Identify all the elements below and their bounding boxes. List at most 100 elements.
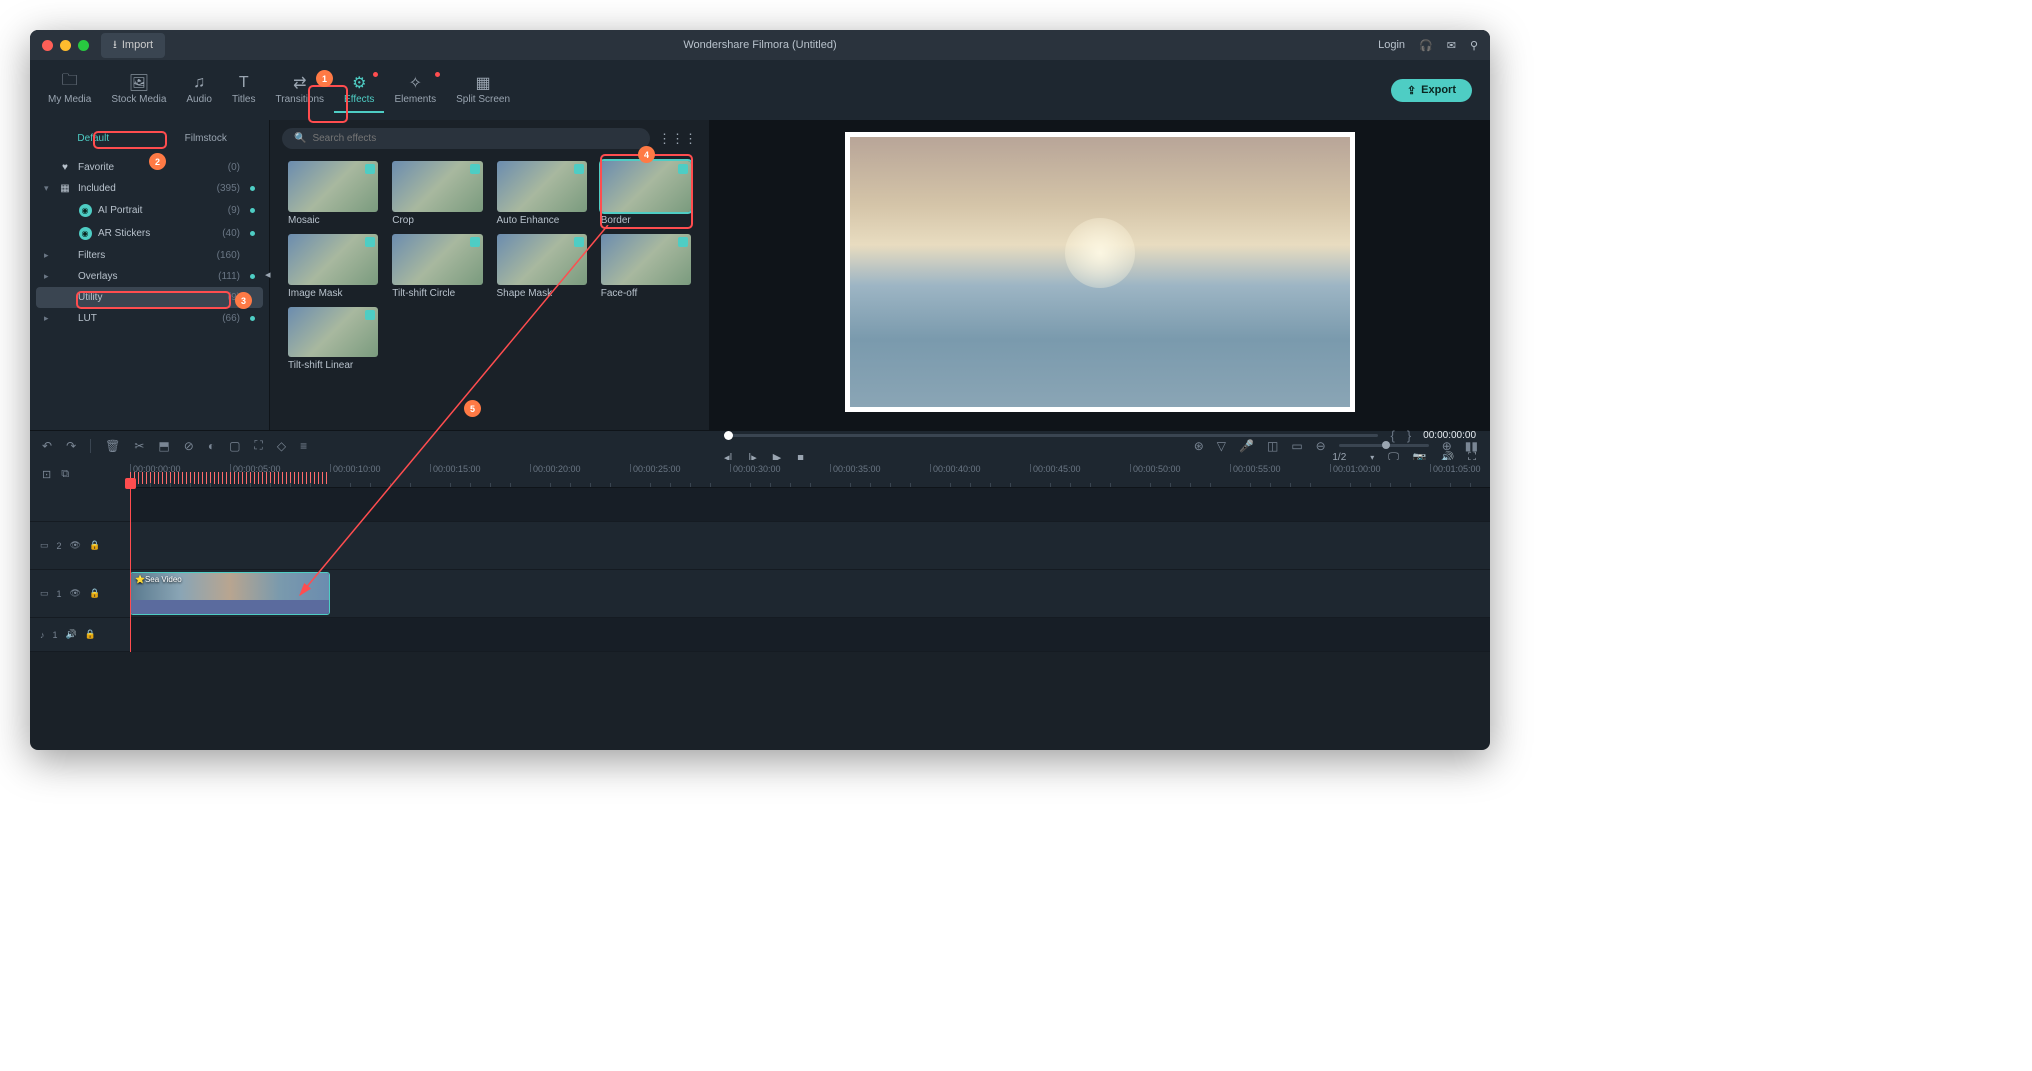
sidebar-item-overlays[interactable]: ▸Overlays(111): [36, 266, 263, 287]
eye-icon[interactable]: 👁: [70, 540, 81, 551]
sidebar-item-utility[interactable]: Utility(9): [36, 287, 263, 308]
search-field[interactable]: [312, 133, 638, 144]
ruler-tick: 00:00:10:00: [330, 464, 381, 472]
track-label-a1[interactable]: ♪1 🔊 🔒: [30, 618, 130, 652]
effect-label: Tilt-shift Linear: [288, 360, 378, 371]
track-v2[interactable]: [130, 522, 1490, 570]
effect-thumb-auto-enhance[interactable]: Auto Enhance: [497, 161, 587, 226]
video-track-icon: ▭: [40, 540, 49, 551]
zoom-slider[interactable]: [1339, 444, 1429, 447]
track-label-v1[interactable]: ▭1 👁 🔒: [30, 570, 130, 618]
zoom-out-icon[interactable]: ⊖: [1316, 439, 1326, 453]
close-window-button[interactable]: [42, 40, 53, 51]
maximize-window-button[interactable]: [78, 40, 89, 51]
lock-icon[interactable]: 🔒: [89, 540, 100, 551]
effect-preview-image: [288, 161, 378, 212]
lock-icon[interactable]: 🔒: [89, 588, 100, 599]
sidebar-item-ar-stickers[interactable]: ◉AR Stickers(40): [36, 222, 263, 245]
sidebar-tab-filmstock[interactable]: Filmstock: [153, 128, 260, 149]
zoom-fit-icon[interactable]: ▮▮: [1465, 439, 1478, 453]
status-dot: [250, 208, 255, 213]
tab-effects[interactable]: ⚙Effects: [334, 68, 384, 113]
effect-thumb-face-off[interactable]: Face-off: [601, 234, 691, 299]
tab-audio[interactable]: ♫Audio: [176, 68, 222, 113]
effect-thumb-tilt-shift-linear[interactable]: Tilt-shift Linear: [288, 307, 378, 372]
speed-icon[interactable]: ⊘: [184, 439, 194, 453]
sidebar-item-included[interactable]: ▾▦Included(395): [36, 178, 263, 199]
annotation-4: 4: [638, 146, 655, 163]
track-label-v2[interactable]: ▭2 👁 🔒: [30, 522, 130, 570]
redo-icon[interactable]: ↷: [66, 439, 76, 453]
render-icon[interactable]: ⊛: [1194, 439, 1204, 453]
track-a1[interactable]: [130, 618, 1490, 652]
ruler-tick: 00:00:25:00: [630, 464, 681, 472]
view-grid-icon[interactable]: ⋮⋮⋮: [658, 131, 697, 147]
effect-thumb-border[interactable]: Border: [601, 161, 691, 226]
category-label: Filters: [78, 250, 211, 261]
lock-icon[interactable]: 🔒: [85, 629, 96, 640]
sidebar-item-lut[interactable]: ▸LUT(66): [36, 308, 263, 329]
status-dot: [250, 231, 255, 236]
zoom-in-icon[interactable]: ⊕: [1442, 439, 1452, 453]
track-spacer: [30, 488, 130, 522]
mixer-icon[interactable]: ◫: [1267, 439, 1278, 453]
color-icon[interactable]: ◐: [208, 439, 215, 453]
ruler-tick: 00:00:20:00: [530, 464, 581, 472]
video-track-icon: ▭: [40, 588, 49, 599]
tab-titles[interactable]: TTitles: [222, 68, 266, 113]
playhead[interactable]: [130, 488, 131, 652]
headset-icon[interactable]: 🎧: [1419, 39, 1433, 52]
marker-icon[interactable]: ▽: [1217, 439, 1226, 453]
sidebar-tab-default[interactable]: Default: [40, 128, 147, 149]
eye-icon[interactable]: 👁: [70, 588, 81, 599]
speaker-icon[interactable]: 🔊: [66, 629, 77, 640]
tab-split-screen[interactable]: ▦Split Screen: [446, 68, 520, 113]
effects-browser: 🔍 ⋮⋮⋮ MosaicCrop Auto Enhance Border Image …: [270, 120, 710, 430]
video-preview[interactable]: [850, 137, 1350, 407]
search-icon: 🔍: [294, 133, 306, 144]
delete-icon[interactable]: 🗑: [105, 439, 120, 453]
timeline-ruler[interactable]: 00:00:00:0000:00:05:0000:00:10:0000:00:1…: [130, 460, 1490, 488]
adjust-icon[interactable]: ▭: [1291, 439, 1302, 453]
timeline-collapse-icon[interactable]: ⊡: [42, 468, 51, 481]
effect-thumb-tilt-shift-circle[interactable]: Tilt-shift Circle: [392, 234, 482, 299]
import-button[interactable]: ⭳ Import: [101, 33, 165, 58]
effect-preview-image: [497, 234, 587, 285]
tab-my-media[interactable]: 🗀My Media: [38, 68, 101, 113]
grid-icon: ▦: [476, 74, 491, 92]
collapse-sidebar-icon[interactable]: ◂: [265, 268, 271, 281]
mic-icon[interactable]: 🎤: [1239, 439, 1254, 453]
category-label: Utility: [78, 292, 222, 303]
tab-elements[interactable]: ✧Elements: [384, 68, 446, 113]
effect-thumb-crop[interactable]: Crop: [392, 161, 482, 226]
track-v1[interactable]: ⭐Sea Video: [130, 570, 1490, 618]
effect-thumb-shape-mask[interactable]: Shape Mask: [497, 234, 587, 299]
minimize-window-button[interactable]: [60, 40, 71, 51]
text-icon: T: [239, 74, 249, 92]
mail-icon[interactable]: ✉: [1447, 39, 1456, 52]
scrubber-track[interactable]: [724, 434, 1378, 437]
effect-thumb-image-mask[interactable]: Image Mask: [288, 234, 378, 299]
tab-stock-media[interactable]: 🖼Stock Media: [101, 68, 176, 113]
effect-thumb-mosaic[interactable]: Mosaic: [288, 161, 378, 226]
greenscreen-icon[interactable]: ▢: [229, 439, 240, 453]
keyframe-icon[interactable]: ◇: [277, 439, 286, 453]
video-clip[interactable]: ⭐Sea Video: [130, 572, 330, 615]
timeline-link-icon[interactable]: ⧉: [61, 468, 69, 481]
settings-icon[interactable]: ≡: [300, 439, 307, 453]
category-count: (160): [217, 250, 240, 261]
user-icon[interactable]: ⚲: [1470, 39, 1478, 52]
export-button[interactable]: ⇪ Export: [1391, 79, 1472, 102]
track-spacer-row[interactable]: [130, 488, 1490, 522]
sidebar-item-ai-portrait[interactable]: ◉AI Portrait(9): [36, 199, 263, 222]
split-icon[interactable]: ✂: [134, 439, 144, 453]
crop-icon[interactable]: ⬒: [158, 439, 169, 453]
login-button[interactable]: Login: [1378, 39, 1405, 51]
undo-icon[interactable]: ↶: [42, 439, 52, 453]
resize-icon[interactable]: ⛶: [254, 438, 262, 453]
effect-label: Auto Enhance: [497, 215, 587, 226]
sidebar-item-filters[interactable]: ▸Filters(160): [36, 245, 263, 266]
effect-preview-image: [601, 161, 691, 212]
ruler-tick: 00:01:00:00: [1330, 464, 1381, 472]
search-input[interactable]: 🔍: [282, 128, 650, 149]
